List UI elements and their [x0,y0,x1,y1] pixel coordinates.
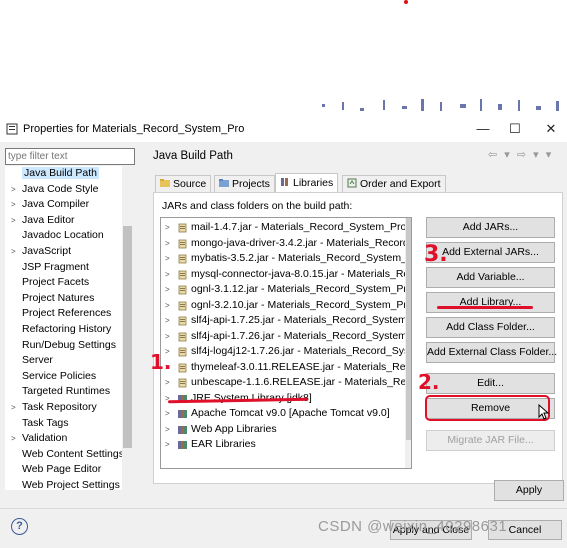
order-export-icon [347,178,357,188]
tab-libraries[interactable]: Libraries [275,173,339,193]
expand-arrow-icon[interactable]: > [165,375,170,391]
edit-button[interactable]: Edit... [426,373,555,394]
nav-item-web-project-settings[interactable]: Web Project Settings [5,478,133,490]
jar-icon [178,223,187,233]
tab-projects[interactable]: Projects [214,175,275,193]
jar-icon [178,254,187,264]
add-library-button[interactable]: Add Library... [426,292,555,313]
csdn-watermark: CSDN @weixin_40298631 [318,518,508,535]
nav-item-web-content-settings[interactable]: Web Content Settings [5,447,133,463]
mouse-cursor-icon [538,404,550,420]
jar-icon [178,378,187,388]
page-history-arrows[interactable]: ⇦ ▾ ⇨ ▾ ▾ [488,148,553,161]
expand-arrow-icon[interactable]: > [165,313,170,329]
filter-input[interactable] [6,149,134,163]
annotation-number-one: 1. [150,350,172,374]
jar-icon [178,285,187,295]
expand-arrow-icon[interactable]: > [165,220,170,236]
properties-window: Properties for Materials_Record_System_P… [0,118,567,548]
add-variable-button[interactable]: Add Variable... [426,267,555,288]
build-path-list: > mail-1.4.7.jar - Materials_Record_Syste… [160,217,412,469]
jar-icon [178,347,187,357]
list-scrollbar-thumb[interactable] [406,218,411,440]
nav-item-java-build-path[interactable]: Java Build Path [5,166,133,182]
nav-item-java-compiler[interactable]: > Java Compiler [5,197,133,213]
nav-item-javascript[interactable]: > JavaScript [5,244,133,260]
jar-icon [178,239,187,248]
add-jars-button[interactable]: Add JARs... [426,217,555,238]
jar-icon [178,270,187,279]
source-folder-icon [160,179,170,187]
property-page-tree: Java Build Path > Java Code Style > Java C… [5,166,133,490]
tab-order-and-export[interactable]: Order and Export [342,175,446,193]
separator [0,508,567,509]
expand-arrow-icon[interactable]: > [165,282,170,298]
jar-icon [178,301,187,310]
library-icon [178,425,187,434]
expand-arrow-icon[interactable]: > [11,213,16,229]
build-path-label: JARs and class folders on the build path… [162,200,353,212]
jar-icon [178,316,187,326]
minimize-button[interactable]: — [468,120,498,138]
library-icon [178,410,187,418]
expand-arrow-icon[interactable]: > [165,298,170,314]
expand-arrow-icon[interactable]: > [11,400,16,416]
expand-arrow-icon[interactable]: > [11,197,16,213]
annotation-underline-add-library [437,306,533,309]
nav-item-project-facets[interactable]: Project Facets [5,275,133,291]
annotation-number-three: 3. [424,242,448,267]
expand-arrow-icon[interactable]: > [11,244,16,260]
nav-item-task-tags[interactable]: Task Tags [5,416,133,432]
title-bar[interactable]: Properties for Materials_Record_System_P… [0,118,567,142]
nav-item-refactoring-history[interactable]: Refactoring History [5,322,133,338]
tab-source[interactable]: Source [155,175,212,193]
page-title: Java Build Path [153,150,233,162]
nav-item-validation[interactable]: > Validation [5,431,133,447]
expand-arrow-icon[interactable]: > [11,182,16,198]
apply-button[interactable]: Apply [494,480,564,501]
filter-box [5,148,135,165]
image-noise-artifact [320,96,567,118]
red-dot-artifact [404,0,408,4]
nav-item-java-code-style[interactable]: > Java Code Style [5,182,133,198]
expand-arrow-icon[interactable]: > [165,251,170,267]
jar-icon [178,332,187,341]
add-class-folder-button[interactable]: Add Class Folder... [426,317,555,338]
expand-arrow-icon[interactable]: > [165,406,170,422]
expand-arrow-icon[interactable]: > [165,236,170,252]
libraries-panel: JARs and class folders on the build path… [153,192,563,484]
library-icon [178,441,187,449]
maximize-button[interactable]: ☐ [500,120,530,138]
libraries-icon [281,178,288,186]
annotation-box-remove [425,395,550,421]
help-icon[interactable]: ? [11,518,28,535]
nav-item-javadoc-location[interactable]: Javadoc Location [5,228,133,244]
annotation-number-two: 2. [418,370,440,394]
expand-arrow-icon[interactable]: > [165,267,170,283]
add-external-class-folder-button[interactable]: Add External Class Folder... [426,342,557,363]
nav-item-jsp-fragment[interactable]: JSP Fragment [5,260,133,276]
nav-item-targeted-runtimes[interactable]: Targeted Runtimes [5,384,133,400]
nav-item-service-policies[interactable]: Service Policies [5,369,133,385]
expand-arrow-icon[interactable]: > [165,391,170,407]
expand-arrow-icon[interactable]: > [165,329,170,345]
nav-item-java-editor[interactable]: > Java Editor [5,213,133,229]
nav-scrollbar-thumb[interactable] [123,226,132,448]
nav-item-project-references[interactable]: Project References [5,306,133,322]
expand-arrow-icon[interactable]: > [11,431,16,447]
nav-item-run-debug-settings[interactable]: Run/Debug Settings [5,338,133,354]
jar-icon [178,363,187,372]
window-title: Properties for Materials_Record_System_P… [23,123,245,135]
expand-arrow-icon[interactable]: > [165,422,170,438]
close-button[interactable]: ✕ [536,120,566,138]
nav-item-server[interactable]: Server [5,353,133,369]
nav-item-web-page-editor[interactable]: Web Page Editor [5,462,133,478]
properties-icon [6,123,18,135]
projects-icon [219,179,229,187]
nav-item-project-natures[interactable]: Project Natures [5,291,133,307]
nav-item-task-repository[interactable]: > Task Repository [5,400,133,416]
migrate-jar-button: Migrate JAR File... [426,430,555,451]
expand-arrow-icon[interactable]: > [165,437,170,453]
